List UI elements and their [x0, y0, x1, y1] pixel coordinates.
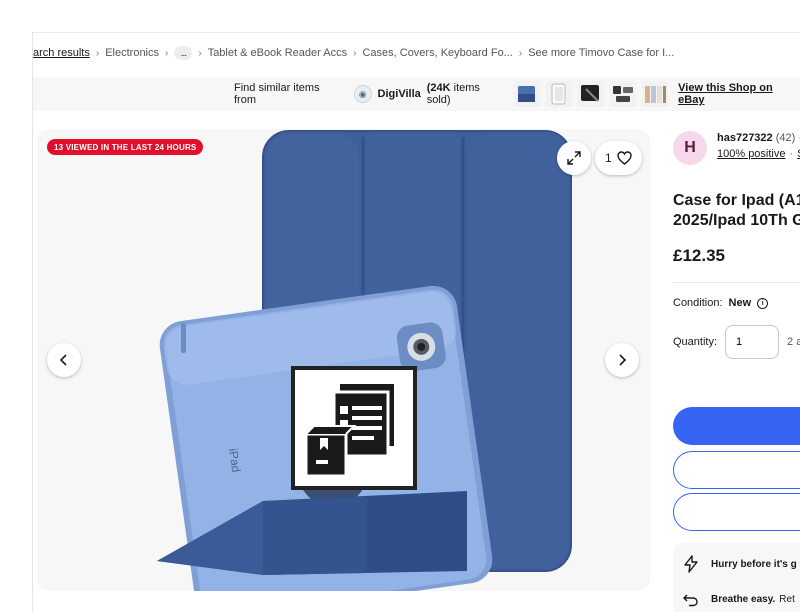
heart-icon	[616, 151, 632, 165]
chevron-right-icon	[619, 354, 627, 366]
quantity-label: Quantity:	[673, 336, 718, 348]
condition-label: Condition:	[673, 297, 723, 309]
breadcrumb-separator: ›	[353, 47, 357, 59]
seller-name[interactable]: has727322 (42) · F	[717, 132, 800, 144]
watch-count: 1	[605, 151, 612, 165]
return-icon	[683, 594, 698, 607]
breadcrumb-search-results[interactable]: arch results	[33, 47, 90, 59]
listing-title: Case for Ipad (A16 2025/Ipad 10Th G	[673, 192, 800, 229]
condition-row: Condition: New i	[673, 297, 769, 309]
shop-logo-icon[interactable]: ◉	[353, 85, 372, 103]
expand-button[interactable]	[557, 141, 591, 175]
info-icon[interactable]: i	[757, 297, 769, 309]
product-page: arch results › Electronics › ... › Table…	[32, 32, 800, 612]
image-gallery: iPad 13 VIEWED IN THE LAST 24 HOURS 1	[37, 129, 650, 591]
shop-name[interactable]: DigiVilla	[378, 88, 421, 100]
seller-feedback: 100% positive·Se	[717, 148, 800, 160]
breadcrumb-tablet-accs[interactable]: Tablet & eBook Reader Accs	[208, 47, 347, 59]
breadcrumb: arch results › Electronics › ... › Table…	[33, 45, 674, 61]
breadcrumb-separator: ›	[165, 47, 169, 59]
add-to-basket-button[interactable]	[673, 451, 800, 489]
breadcrumb-separator: ›	[198, 47, 202, 59]
chevron-left-icon	[59, 354, 67, 366]
seller-avatar[interactable]: H	[673, 131, 707, 165]
buy-it-now-button[interactable]	[673, 407, 800, 445]
thumbnail-clear-case[interactable]	[546, 81, 573, 107]
breadcrumb-electronics[interactable]: Electronics	[105, 47, 159, 59]
condition-value: New	[728, 297, 752, 309]
document-overlay	[291, 366, 417, 490]
lightning-icon	[684, 555, 698, 573]
breadcrumb-cases-covers[interactable]: Cases, Covers, Keyboard Fo...	[362, 47, 512, 59]
divider	[673, 282, 800, 283]
find-similar-text: Find similar items from	[234, 82, 320, 106]
quantity-available: 2 ava	[787, 336, 800, 348]
thumbnail-blue-case[interactable]	[514, 81, 541, 107]
previous-image-button[interactable]	[47, 343, 81, 377]
seller-positive-link[interactable]: 100% positive	[717, 148, 786, 160]
next-image-button[interactable]	[605, 343, 639, 377]
breadcrumb-see-more[interactable]: See more Timovo Case for I...	[528, 47, 674, 59]
quantity-input[interactable]	[725, 325, 780, 359]
listing-details: H has727322 (42) · F 100% positive·Se Ca…	[671, 129, 800, 612]
promo-returns: Breathe easy. Ret	[683, 591, 795, 607]
document-box-icon	[304, 384, 394, 478]
expand-icon	[567, 151, 581, 165]
similar-items-bar: Find similar items from ◉ DigiVilla (24K…	[33, 77, 800, 111]
product-image[interactable]: iPad	[137, 129, 577, 591]
breadcrumb-more-button[interactable]: ...	[174, 46, 193, 60]
thumbnail-black-case[interactable]	[578, 81, 605, 107]
viewed-badge: 13 VIEWED IN THE LAST 24 HOURS	[47, 139, 204, 155]
breadcrumb-separator: ›	[518, 47, 523, 59]
promo-hurry: Hurry before it's g	[683, 555, 797, 573]
view-shop-link[interactable]: View this Shop on eBay	[678, 82, 800, 106]
listing-price: £12.35	[673, 246, 725, 265]
watch-button[interactable]: 1	[595, 141, 642, 175]
quantity-row: Quantity: 2 ava	[673, 325, 800, 359]
sold-count: (24K items sold)	[426, 82, 480, 106]
promo-box: Hurry before it's g Breathe easy. Ret	[673, 543, 800, 612]
add-to-watchlist-button[interactable]	[673, 493, 800, 531]
breadcrumb-separator: ›	[95, 47, 100, 59]
thumbnail-case-colors[interactable]	[642, 81, 669, 107]
thumbnail-accessories[interactable]	[610, 81, 637, 107]
similar-thumbnails	[514, 81, 669, 107]
